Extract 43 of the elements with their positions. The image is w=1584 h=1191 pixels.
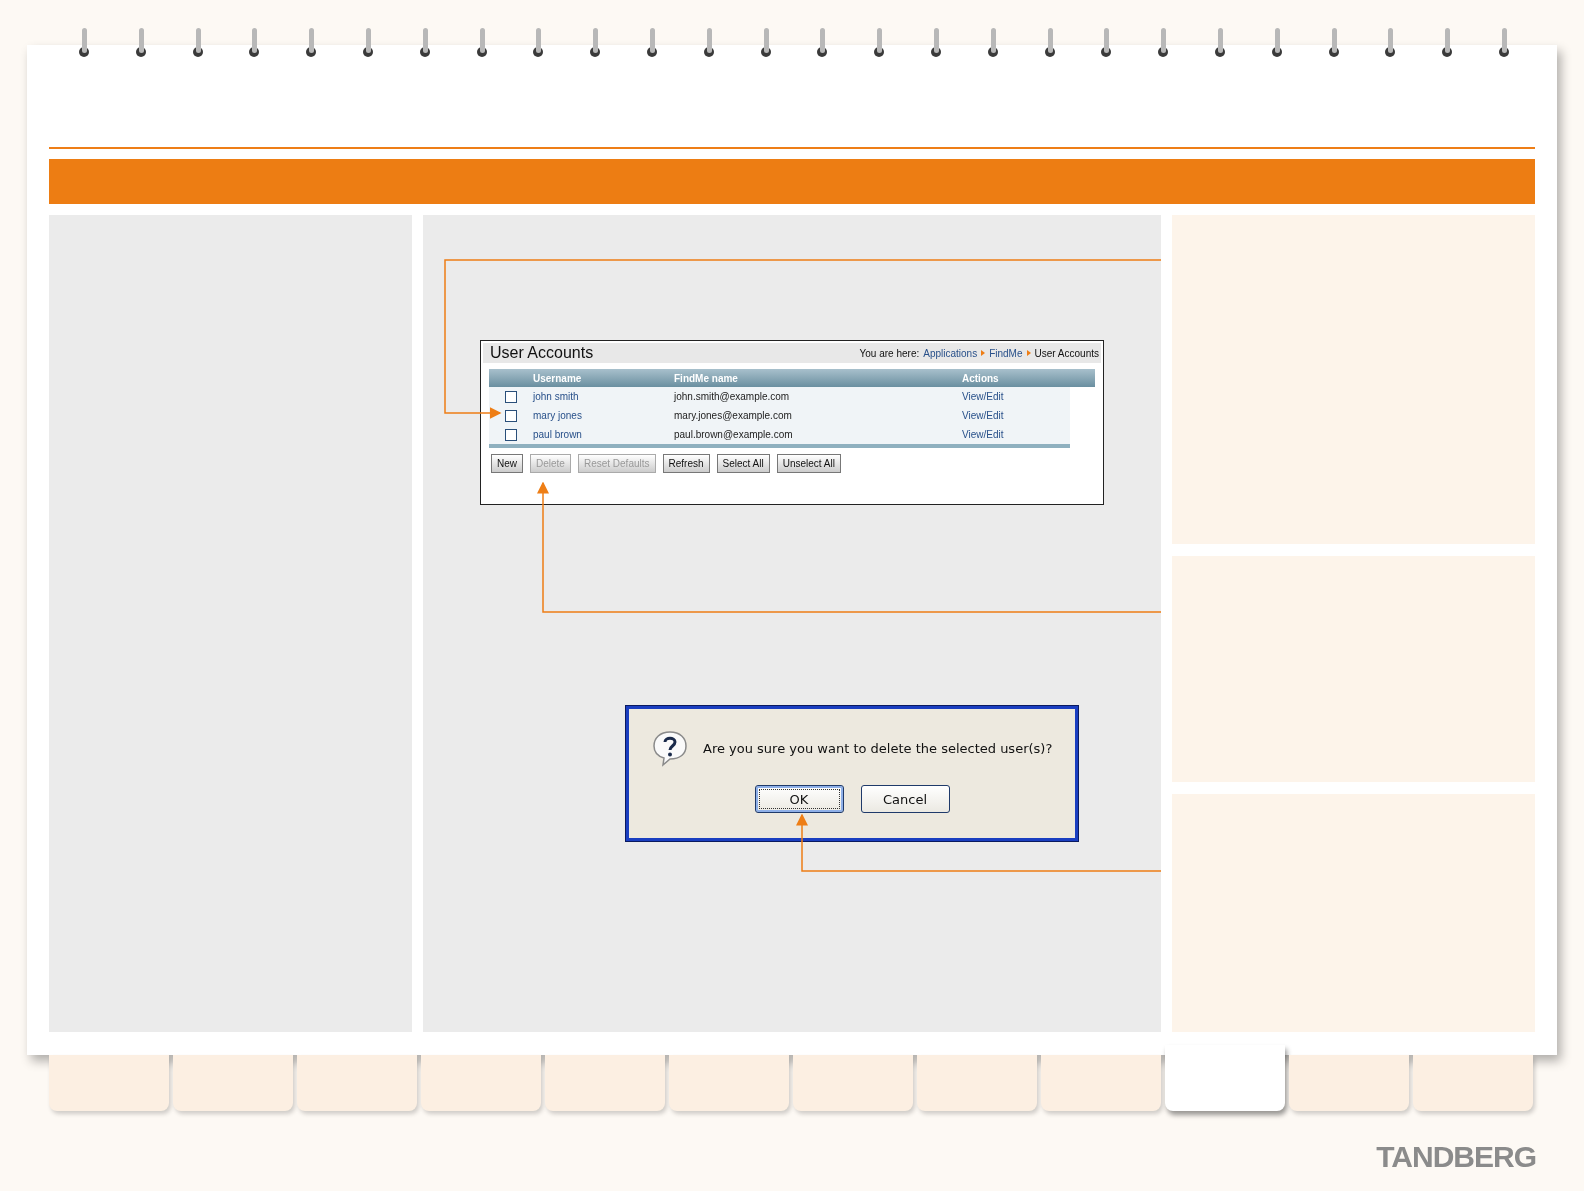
page-title: User Accounts xyxy=(490,344,594,362)
caret-icon xyxy=(981,350,986,356)
toolbar-button[interactable]: Unselect All xyxy=(776,454,841,473)
username-cell-text: mary jones xyxy=(533,410,583,421)
section-tab[interactable] xyxy=(1413,1055,1533,1111)
dialog-message: Are you sure you want to delete the selected user(s)? xyxy=(703,740,1053,756)
column-header: Username xyxy=(533,372,583,384)
username-cell-text: paul brown xyxy=(533,429,583,440)
section-tab[interactable] xyxy=(793,1055,913,1111)
username-cell-text: john smith xyxy=(533,391,580,402)
question-icon xyxy=(651,729,689,767)
dialog-button[interactable]: Cancel xyxy=(860,785,950,813)
logo: TANDBERG xyxy=(1376,1140,1536,1173)
row-checkbox[interactable] xyxy=(505,428,517,441)
section-tab[interactable] xyxy=(1041,1055,1161,1111)
section-tab[interactable] xyxy=(173,1055,293,1111)
findme-cell-text: mary.jones@example.com xyxy=(674,410,793,421)
section-tab[interactable] xyxy=(1165,1045,1285,1111)
view-edit-link[interactable]: View/Edit xyxy=(962,410,1042,421)
toolbar-button[interactable]: Select All xyxy=(716,454,770,473)
caret-icon xyxy=(1026,350,1031,356)
dialog-button[interactable]: OK xyxy=(754,785,844,813)
toolbar-button[interactable]: Refresh xyxy=(662,454,710,473)
section-tab[interactable] xyxy=(545,1055,665,1111)
section-tab[interactable] xyxy=(421,1055,541,1111)
view-edit-link[interactable]: View/Edit xyxy=(962,391,1042,402)
breadcrumb-link[interactable]: Applications xyxy=(923,347,978,359)
section-tab[interactable] xyxy=(49,1055,169,1111)
section-tab[interactable] xyxy=(1289,1055,1409,1111)
section-tab[interactable] xyxy=(297,1055,417,1111)
breadcrumb-label: You are here: xyxy=(859,347,920,359)
column-header: Actions xyxy=(962,372,1000,384)
row-checkbox[interactable] xyxy=(505,390,517,403)
findme-cell-text: john.smith@example.com xyxy=(674,391,791,402)
column-header: FindMe name xyxy=(674,372,739,384)
section-tab[interactable] xyxy=(669,1055,789,1111)
view-edit-link[interactable]: View/Edit xyxy=(962,429,1042,440)
breadcrumb-current: User Accounts xyxy=(1034,347,1099,359)
row-checkbox[interactable] xyxy=(505,409,517,422)
toolbar-button[interactable]: New xyxy=(491,454,523,473)
section-tab[interactable] xyxy=(917,1055,1037,1111)
breadcrumb-link[interactable]: FindMe xyxy=(989,347,1023,359)
findme-cell-text: paul.brown@example.com xyxy=(674,429,794,440)
